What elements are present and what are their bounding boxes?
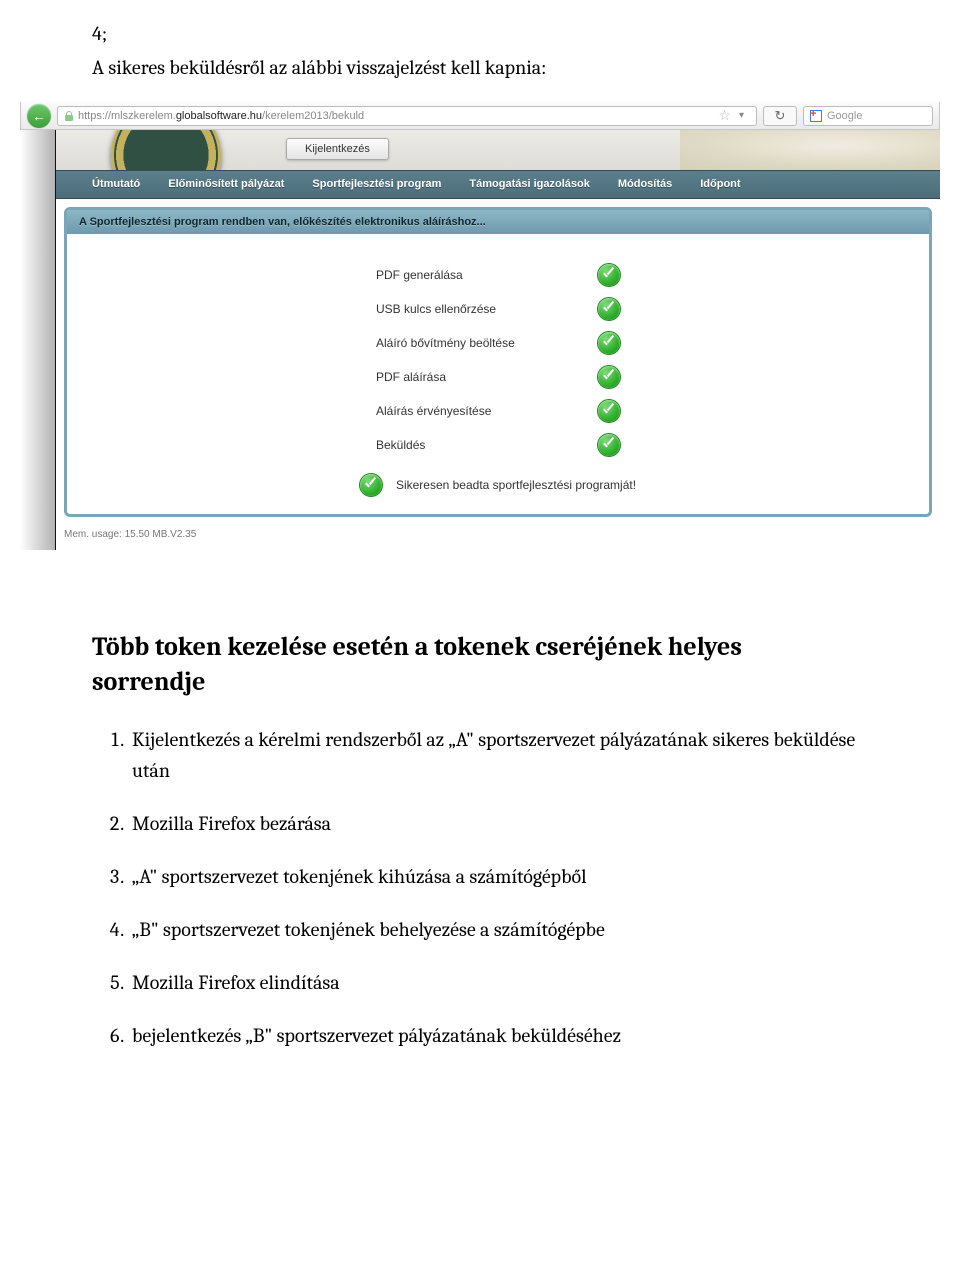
list-item: Kijelentkezés a kérelmi rendszerből az „…	[128, 724, 868, 786]
list-item: „A" sportszervezet tokenjének kihúzása a…	[128, 861, 868, 892]
checklist-row: PDF generálása	[67, 258, 929, 292]
club-logo	[111, 130, 221, 170]
checklist-label: PDF generálása	[376, 268, 586, 282]
intro-line: A sikeres beküldésről az alábbi visszaje…	[92, 54, 868, 82]
nav-item[interactable]: Útmutató	[78, 171, 154, 198]
check-icon	[598, 264, 620, 286]
list-item: Mozilla Firefox elindítása	[128, 967, 868, 998]
embedded-screenshot: ← https://mlszkerelem.globalsoftware.hu/…	[20, 102, 940, 550]
check-icon	[598, 434, 620, 456]
checklist-row: USB kulcs ellenőrzése	[67, 292, 929, 326]
decorative-left-strip	[20, 130, 56, 550]
nav-item[interactable]: Előminősített pályázat	[154, 171, 298, 198]
browser-toolbar: ← https://mlszkerelem.globalsoftware.hu/…	[20, 102, 940, 130]
checklist-row: Aláíró bővítmény beöltése	[67, 326, 929, 360]
success-row: Sikeresen beadta sportfejlesztési progra…	[67, 474, 929, 496]
back-button[interactable]: ←	[27, 104, 51, 128]
checklist-row: Beküldés	[67, 428, 929, 462]
url-dropdown-icon[interactable]: ▾	[739, 110, 744, 121]
list-item: „B" sportszervezet tokenjének behelyezés…	[128, 914, 868, 945]
arrow-left-icon: ←	[32, 108, 46, 124]
status-panel: A Sportfejlesztési program rendben van, …	[64, 207, 932, 517]
list-item: bejelentkezés „B" sportszervezet pályáza…	[128, 1020, 868, 1051]
checklist-label: Aláíró bővítmény beöltése	[376, 336, 586, 350]
check-icon	[598, 298, 620, 320]
checklist-label: USB kulcs ellenőrzése	[376, 302, 586, 316]
url-text: https://mlszkerelem.globalsoftware.hu/ke…	[78, 110, 364, 122]
check-icon	[598, 332, 620, 354]
main-nav: Útmutató Előminősített pályázat Sportfej…	[56, 170, 940, 199]
google-plus-icon	[810, 110, 822, 122]
search-placeholder: Google	[827, 110, 862, 122]
steps-list: Kijelentkezés a kérelmi rendszerből az „…	[0, 700, 960, 1113]
browser-search[interactable]: Google	[803, 106, 933, 126]
url-bar[interactable]: https://mlszkerelem.globalsoftware.hu/ke…	[57, 106, 757, 126]
panel-title: A Sportfejlesztési program rendben van, …	[67, 210, 929, 234]
check-icon	[598, 400, 620, 422]
checklist-label: Aláírás érvényesítése	[376, 404, 586, 418]
checklist: PDF generálása USB kulcs ellenőrzése Alá…	[67, 234, 929, 514]
success-message: Sikeresen beadta sportfejlesztési progra…	[396, 478, 636, 492]
check-icon	[360, 474, 382, 496]
memory-footer: Mem. usage: 15.50 MB.V2.35	[56, 525, 940, 550]
doc-prologue: 4; A sikeres beküldésről az alábbi vissz…	[0, 0, 960, 92]
nav-item[interactable]: Sportfejlesztési program	[298, 171, 455, 198]
checklist-row: PDF aláírása	[67, 360, 929, 394]
item-number: 4;	[92, 20, 868, 48]
nav-item[interactable]: Módosítás	[604, 171, 686, 198]
section-heading: Több token kezelése esetén a tokenek cse…	[0, 570, 960, 700]
checklist-label: Beküldés	[376, 438, 586, 452]
app-header: 1901 Kijelentkezés	[56, 130, 940, 170]
list-item: Mozilla Firefox bezárása	[128, 808, 868, 839]
nav-item[interactable]: Időpont	[686, 171, 754, 198]
reload-button[interactable]: ↻	[763, 106, 797, 126]
checklist-row: Aláírás érvényesítése	[67, 394, 929, 428]
bookmark-star-icon[interactable]: ☆	[718, 107, 731, 124]
lock-icon	[64, 111, 74, 121]
checklist-label: PDF aláírása	[376, 370, 586, 384]
nav-item[interactable]: Támogatási igazolások	[455, 171, 603, 198]
reload-icon: ↻	[775, 108, 786, 124]
logout-button[interactable]: Kijelentkezés	[286, 138, 389, 160]
check-icon	[598, 366, 620, 388]
web-app: 1901 Kijelentkezés Útmutató Előminősítet…	[56, 130, 940, 550]
